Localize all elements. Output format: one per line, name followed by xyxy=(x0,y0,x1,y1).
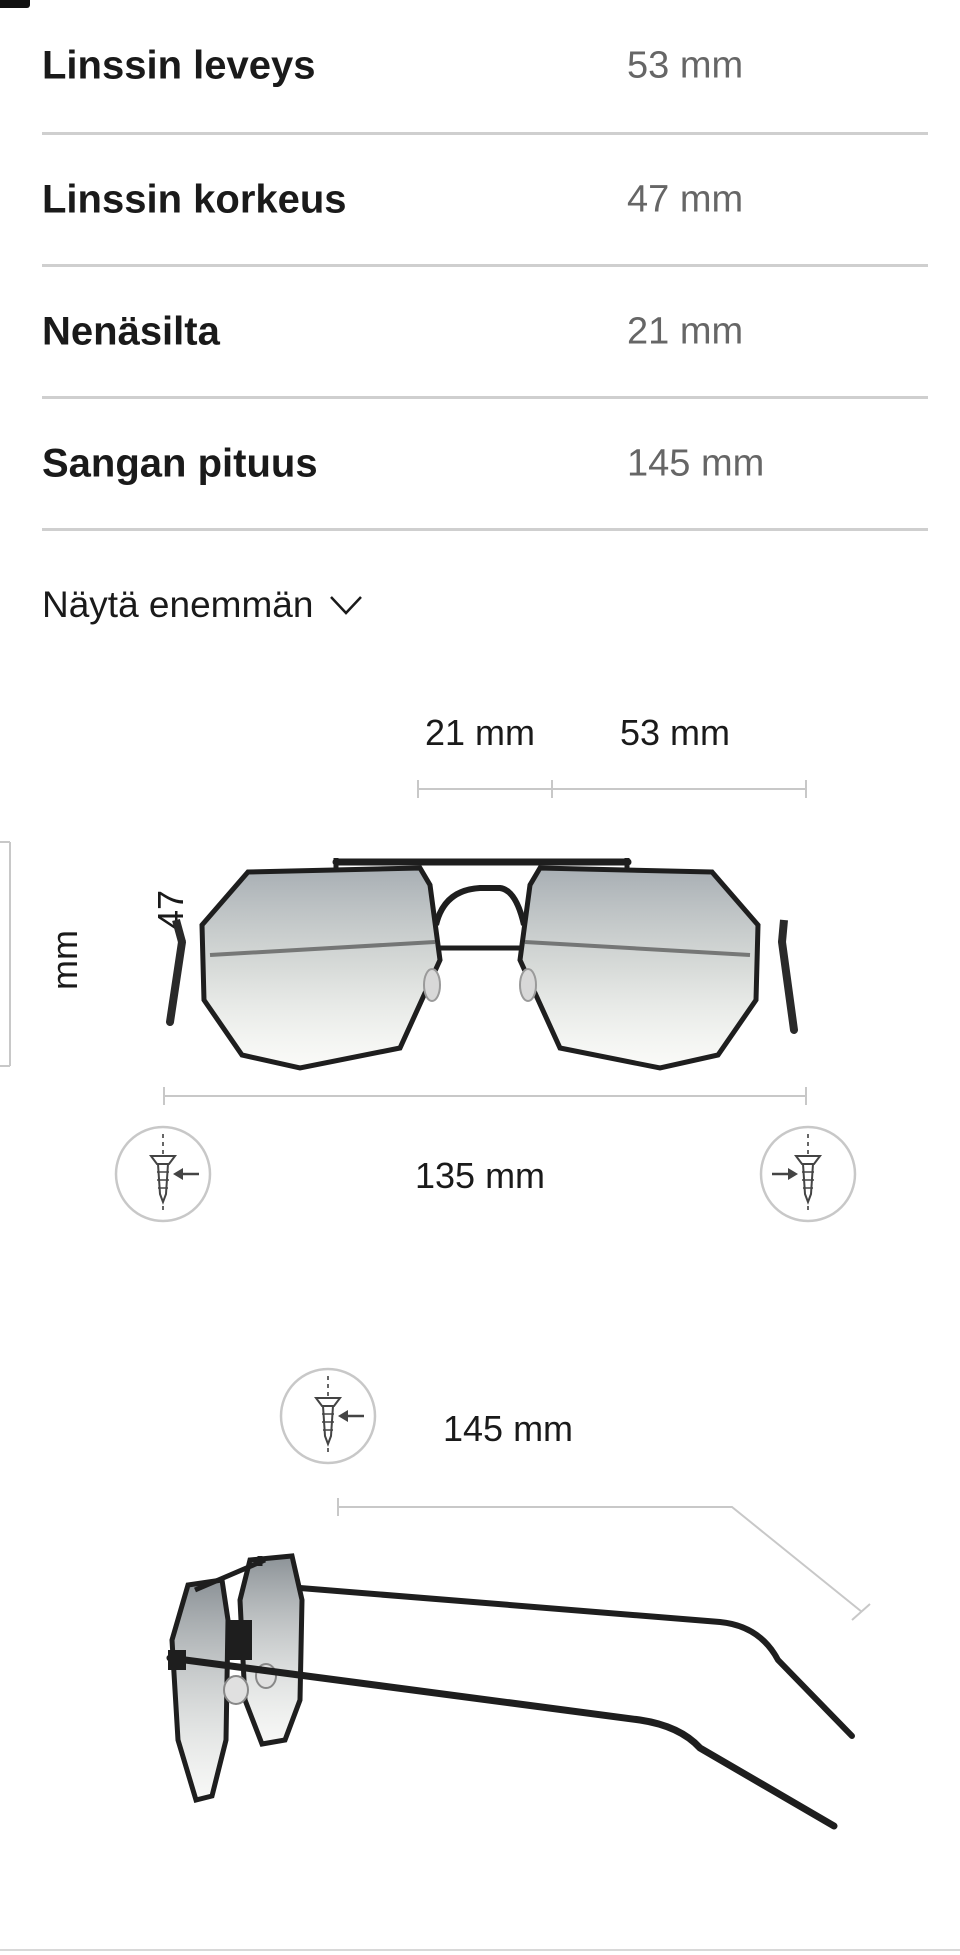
screw-tighten-icon xyxy=(114,1125,212,1223)
section-divider xyxy=(0,1949,960,1951)
temple-length-guide-line xyxy=(337,1498,871,1621)
measurement-illustration xyxy=(0,780,871,1830)
screw-tighten-icon xyxy=(279,1367,377,1465)
height-guide-line xyxy=(0,841,11,1067)
total-width-guide-line xyxy=(163,1087,807,1105)
width-guide-line xyxy=(417,780,807,798)
front-glasses-image xyxy=(166,858,798,1071)
side-glasses-image xyxy=(166,1553,855,1830)
screw-tighten-icon xyxy=(759,1125,857,1223)
